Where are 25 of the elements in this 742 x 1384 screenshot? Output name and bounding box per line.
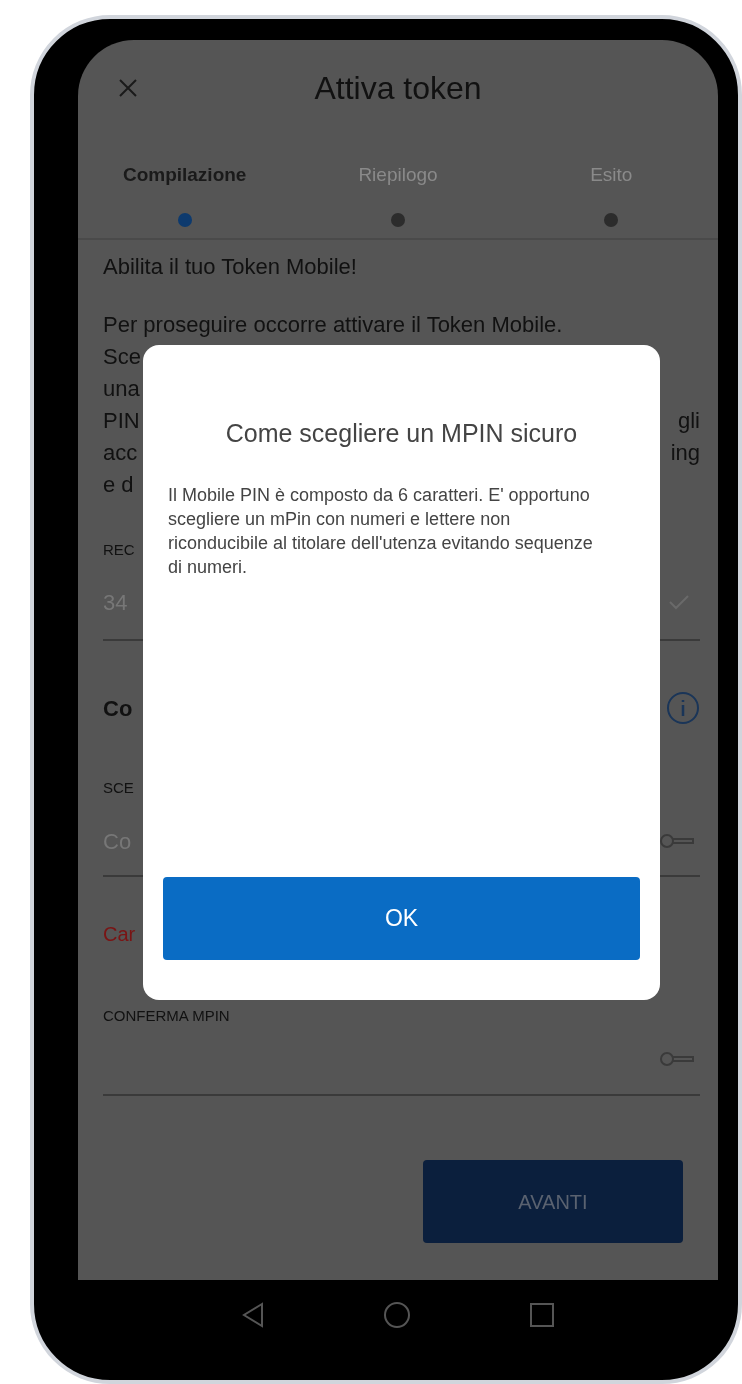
paragraph-text: gli — [678, 406, 700, 435]
key-icon[interactable] — [659, 832, 695, 850]
field-label: REC — [103, 540, 135, 560]
paragraph-text: Sce — [103, 342, 141, 371]
intro-heading: Abilita il tuo Token Mobile! — [103, 253, 357, 281]
field-label: SCE — [103, 778, 134, 798]
step-label: Compilazione — [122, 163, 247, 187]
home-icon[interactable] — [383, 1301, 411, 1329]
paragraph-text: acc — [103, 438, 138, 467]
dialog-message: Il Mobile PIN è composto da 6 caratteri. E' opportuno scegliere un mPin con numeri e lettere non riconducibile al titolare dell'utenza evitando sequenze di numeri. — [168, 484, 594, 579]
section-title: Co — [103, 694, 133, 723]
error-message: Car — [103, 922, 136, 946]
back-icon[interactable] — [241, 1302, 265, 1328]
recents-icon[interactable] — [529, 1302, 555, 1328]
paragraph-text: una — [103, 374, 140, 403]
dialog-title: Come scegliere un MPIN sicuro — [224, 418, 579, 449]
paragraph-text: e d — [103, 470, 134, 499]
field-label: CONFERMA MPIN — [103, 1006, 230, 1026]
close-icon[interactable] — [118, 78, 138, 98]
paragraph-text: PIN — [103, 406, 140, 435]
paragraph-text: Per proseguire occorre attivare il Token Mobile. — [103, 310, 563, 339]
paragraph-text: ing — [670, 438, 700, 467]
info-icon[interactable] — [666, 691, 700, 725]
screen-title: Attiva token — [314, 69, 482, 108]
ok-button[interactable]: OK — [163, 877, 640, 960]
